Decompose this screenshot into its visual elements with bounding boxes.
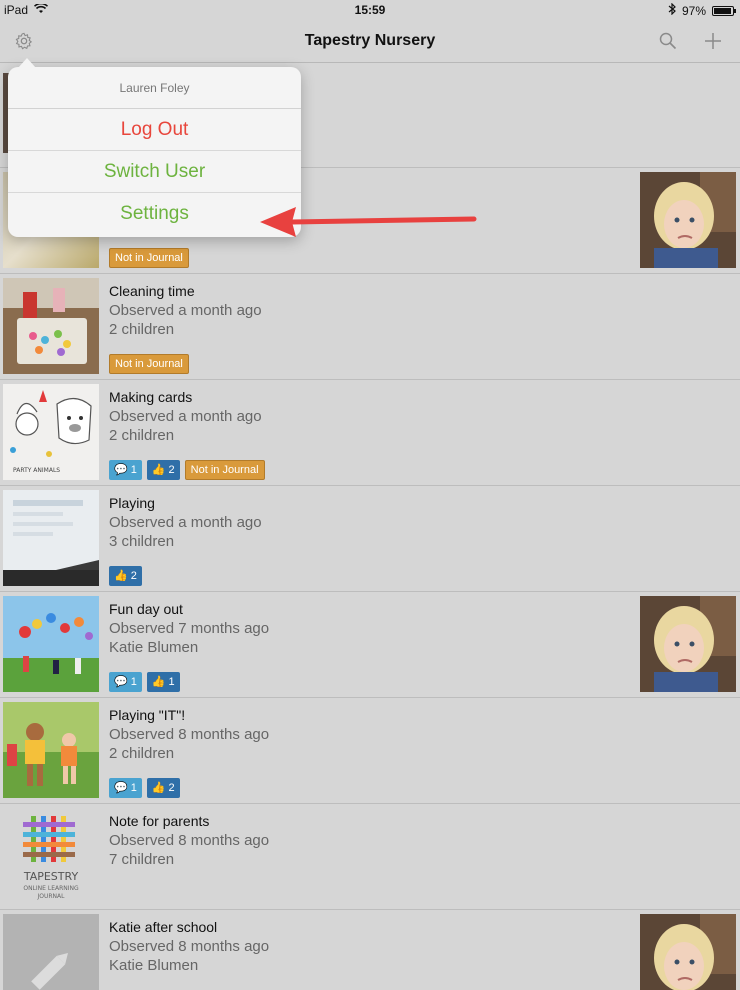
children-count: 2 children <box>109 427 175 444</box>
list-item[interactable]: Playing Observed a month ago 3 children … <box>0 486 740 592</box>
list-item[interactable]: Fun day out Observed 7 months ago Katie … <box>0 592 740 698</box>
popover-arrow <box>18 58 36 68</box>
status-time: 15:59 <box>354 3 386 17</box>
observed-time: Observed 7 months ago <box>109 620 270 637</box>
like-count: 2 <box>168 782 175 794</box>
bluetooth-icon <box>668 2 676 18</box>
observation-title: Katie after school <box>109 919 218 935</box>
child-avatar <box>640 596 736 692</box>
logo-tagline-2: JOURNAL <box>37 893 66 900</box>
children-count: 7 children <box>109 851 175 868</box>
plus-icon[interactable] <box>700 28 726 54</box>
badge-group: 💬 1 👍 2 Not in Journal <box>109 460 265 480</box>
observation-thumbnail <box>3 490 99 586</box>
badge-group: 💬 1 👍 1 <box>109 672 180 692</box>
comment-count: 1 <box>130 782 137 794</box>
comment-badge: 💬 1 <box>109 778 142 798</box>
comment-count: 1 <box>130 676 137 688</box>
thumbs-up-icon: 👍 <box>151 676 166 688</box>
observed-time: Observed 8 months ago <box>109 938 270 955</box>
tapestry-logo: TAPESTRY ONLINE LEARNING JOURNAL <box>3 808 99 904</box>
observation-thumbnail: PARTY ANIMALS <box>3 384 99 480</box>
list-item[interactable]: Cleaning time Observed a month ago 2 chi… <box>0 274 740 380</box>
logo-name: TAPESTRY <box>23 870 79 883</box>
annotation-arrow <box>258 203 482 248</box>
switch-user-button[interactable]: Switch User <box>8 151 301 193</box>
observed-time: Observed a month ago <box>109 408 262 425</box>
comment-icon: 💬 <box>114 464 128 476</box>
comment-icon: 💬 <box>114 782 128 794</box>
like-count: 1 <box>168 676 175 688</box>
list-item[interactable]: TAPESTRY ONLINE LEARNING JOURNAL Note fo… <box>0 804 740 910</box>
like-badge: 👍 2 <box>109 566 142 586</box>
child-name: Katie Blumen <box>109 957 199 974</box>
badge-group: 💬 1 👍 2 <box>109 778 180 798</box>
thumbs-up-icon: 👍 <box>151 464 166 476</box>
badge-group: 👍 2 <box>109 566 142 586</box>
logo-tagline-1: ONLINE LEARNING <box>23 885 79 892</box>
children-count: 2 children <box>109 321 175 338</box>
child-avatar <box>640 172 736 268</box>
not-in-journal-badge: Not in Journal <box>109 354 189 374</box>
list-item[interactable]: PARTY ANIMALS Making cards Observed a mo… <box>0 380 740 486</box>
comment-badge: 💬 1 <box>109 672 142 692</box>
comment-icon: 💬 <box>114 676 128 688</box>
comment-badge: 💬 1 <box>109 460 142 480</box>
status-bar: iPad 15:59 97% <box>0 0 740 20</box>
battery-level <box>714 7 732 14</box>
children-count: 3 children <box>109 533 175 550</box>
observed-time: Observed 8 months ago <box>109 832 270 849</box>
child-name: Katie Blumen <box>109 639 199 656</box>
svg-text:PARTY ANIMALS: PARTY ANIMALS <box>13 467 60 474</box>
like-badge: 👍 1 <box>146 672 180 692</box>
battery-percent: 97% <box>681 3 706 18</box>
observation-title: Making cards <box>109 389 193 405</box>
not-in-journal-badge: Not in Journal <box>184 460 265 480</box>
observation-thumbnail <box>3 278 99 374</box>
page-title: Tapestry Nursery <box>304 32 436 49</box>
observation-thumbnail <box>3 596 99 692</box>
battery-icon <box>712 5 736 16</box>
observation-title: Note for parents <box>109 813 210 829</box>
thumbs-up-icon: 👍 <box>151 782 166 794</box>
not-in-journal-badge: Not in Journal <box>109 248 189 268</box>
observation-title: Playing "IT"! <box>109 707 186 723</box>
observation-title: Fun day out <box>109 601 183 617</box>
observation-thumbnail <box>3 702 99 798</box>
current-user-name: Lauren Foley <box>8 67 301 109</box>
like-badge: 👍 2 <box>146 778 180 798</box>
children-count: 2 children <box>109 745 175 762</box>
nav-bar: Tapestry Nursery <box>0 20 740 63</box>
list-item[interactable]: Katie after school Observed 8 months ago… <box>0 910 740 990</box>
child-avatar <box>640 914 736 990</box>
badge-group: Not in Journal <box>109 354 189 374</box>
observation-thumbnail <box>3 914 99 990</box>
search-icon[interactable] <box>655 28 681 54</box>
log-out-button[interactable]: Log Out <box>8 109 301 151</box>
observed-time: Observed 8 months ago <box>109 726 270 743</box>
list-item[interactable]: Playing "IT"! Observed 8 months ago 2 ch… <box>0 698 740 804</box>
badge-group: Not in Journal <box>109 248 189 268</box>
observation-title: Playing <box>109 495 155 511</box>
like-badge: 👍 2 <box>146 460 180 480</box>
observation-title: Cleaning time <box>109 283 195 299</box>
like-count: 2 <box>168 464 175 476</box>
pencil-icon <box>31 953 68 990</box>
thumbs-up-icon: 👍 <box>114 570 128 582</box>
like-count: 2 <box>130 570 137 582</box>
comment-count: 1 <box>130 464 137 476</box>
observed-time: Observed a month ago <box>109 302 262 319</box>
observed-time: Observed a month ago <box>109 514 262 531</box>
